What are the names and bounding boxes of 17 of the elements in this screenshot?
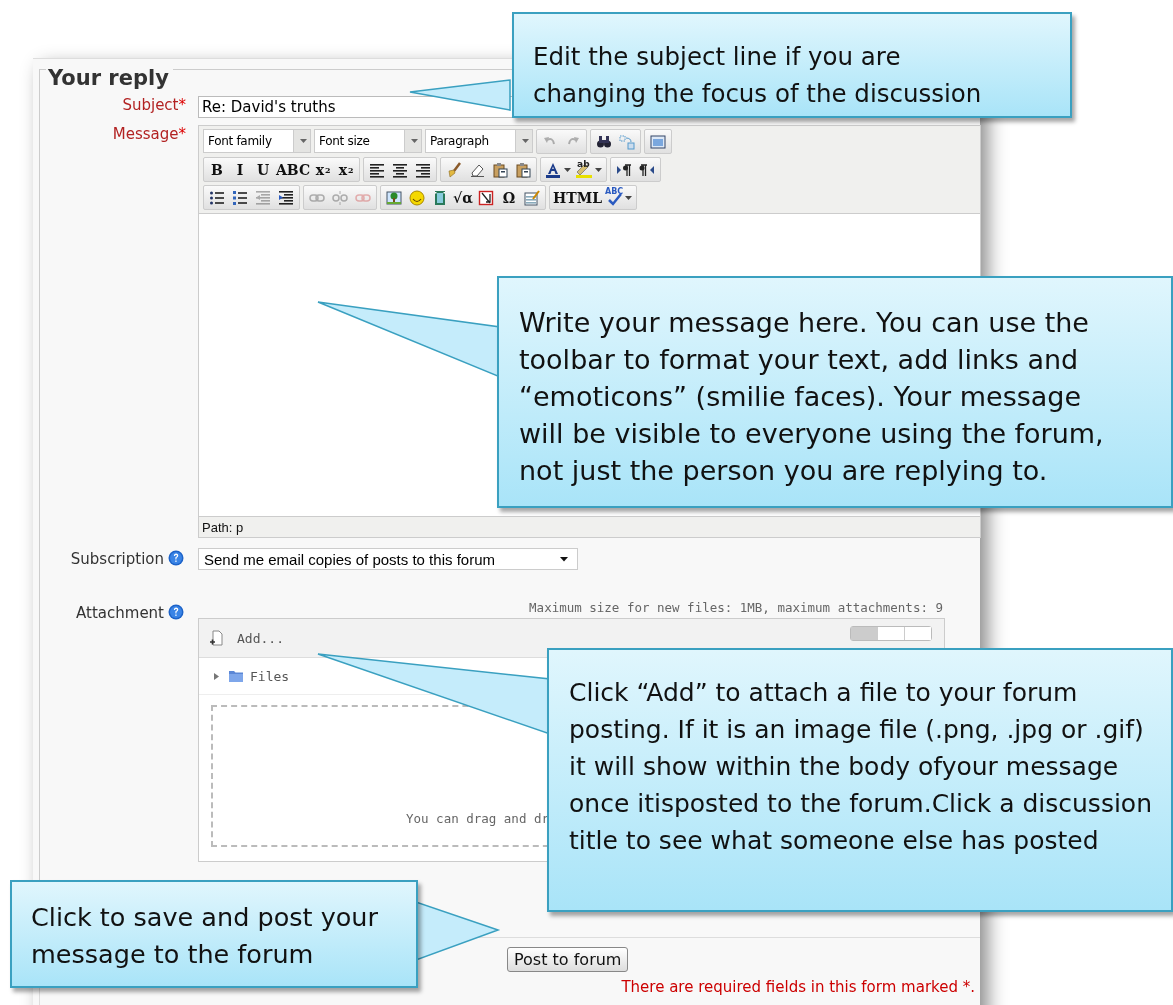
highlight-label: ab [577,159,590,169]
drop-hint: You can drag and dr [406,811,549,826]
field-label: Subscription [70,550,164,568]
required-mark: * [178,125,186,143]
spellcheck-label: ABC [605,187,624,196]
status-path: Path: p [201,519,245,537]
callout-note: Click “Add” to attach a file to your forum posting. If it is an image file (.png, .jpg or .gif) it will show within the body ofyour message once itisposted to the forum.Click a discussion title to see what someone else has posted [547,648,1173,912]
file-limits-text: Maximum size for new files: 1MB, maximum attachments: 9 [528,600,943,615]
callout-note: Click to save and post your message to the forum [10,880,418,988]
field-label: Message [112,125,179,143]
callout-note: Edit the subject line if you are changing the focus of the discussion [512,12,1072,118]
callout-note: Write your message here. You can use the toolbar to format your text, add links and “emoticons” (smilie faces). Your message will be visible to everyone using the forum, not just the person you are replying to. [497,276,1173,508]
field-label: Subject [122,96,179,114]
field-label: Attachment [76,604,164,622]
required-mark: * [178,96,186,114]
required-note: There are required fields in this form marked *. [621,978,975,996]
section-heading: Your reply [46,66,173,90]
